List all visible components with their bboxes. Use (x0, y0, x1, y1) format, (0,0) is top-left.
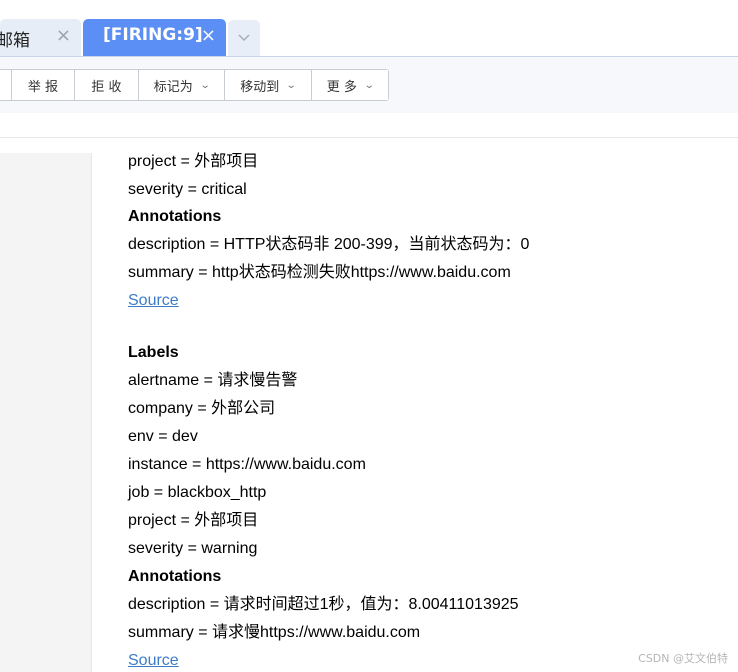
tab-firing-alert[interactable]: [FIRING:9] × (83, 19, 226, 56)
label-env: env = dev (128, 428, 198, 445)
tab-firing-label: [FIRING:9] (103, 25, 203, 45)
mark-as-dropdown[interactable]: 标记为 ⌄ (138, 70, 224, 100)
label-severity: severity = warning (128, 540, 258, 557)
labels-heading: Labels (128, 344, 179, 361)
annotation-description: description = HTTP状态码非 200-399，当前状态码为：0 (128, 236, 530, 253)
annotations-heading: Annotations (128, 208, 222, 225)
reject-button[interactable]: 拒 收 (74, 70, 138, 100)
label-job: job = blackbox_http (128, 484, 267, 501)
report-button[interactable]: 举 报 (11, 70, 74, 100)
tab-inbox[interactable]: 邮箱 × (0, 19, 81, 56)
chevron-down-icon: ⌄ (199, 79, 211, 91)
label-alertname: alertname = 请求慢告警 (128, 372, 298, 389)
chevron-down-icon: ⌄ (363, 79, 375, 91)
annotation-summary: summary = 请求慢https://www.baidu.com (128, 624, 421, 641)
more-label: 更 多 (326, 79, 357, 95)
chevron-down-icon (238, 34, 250, 42)
move-to-label: 移动到 (240, 79, 280, 95)
more-dropdown[interactable]: 更 多 ⌄ (311, 70, 388, 100)
close-icon[interactable]: × (56, 25, 71, 46)
left-sidebar (0, 153, 92, 672)
close-icon[interactable]: × (201, 25, 216, 46)
label-company: company = 外部公司 (128, 400, 276, 417)
header-divider (0, 137, 738, 138)
move-to-dropdown[interactable]: 移动到 ⌄ (224, 70, 311, 100)
label-project: project = 外部项目 (128, 153, 259, 170)
toolbar-prev-button[interactable] (0, 70, 11, 100)
annotations-heading: Annotations (128, 568, 222, 585)
label-instance: instance = https://www.baidu.com (128, 456, 366, 473)
chevron-down-icon: ⌄ (286, 79, 297, 91)
label-project: project = 外部项目 (128, 512, 259, 529)
source-link[interactable]: Source (128, 651, 179, 671)
tab-bar: 邮箱 × [FIRING:9] × (0, 0, 738, 57)
watermark: CSDN @艾文伯特 (638, 652, 728, 665)
toolbar-button-group: 举 报 拒 收 标记为 ⌄ 移动到 ⌄ 更 多 ⌄ (0, 69, 389, 101)
tab-list-dropdown[interactable] (228, 20, 260, 56)
source-link[interactable]: Source (128, 291, 179, 311)
label-severity: severity = critical (128, 181, 247, 198)
mark-as-label: 标记为 (153, 79, 193, 95)
annotation-summary: summary = http状态码检测失败https://www.baidu.c… (128, 264, 511, 281)
tab-inbox-label: 邮箱 (0, 31, 30, 51)
annotation-description: description = 请求时间超过1秒，值为：8.00411013925 (128, 596, 519, 613)
